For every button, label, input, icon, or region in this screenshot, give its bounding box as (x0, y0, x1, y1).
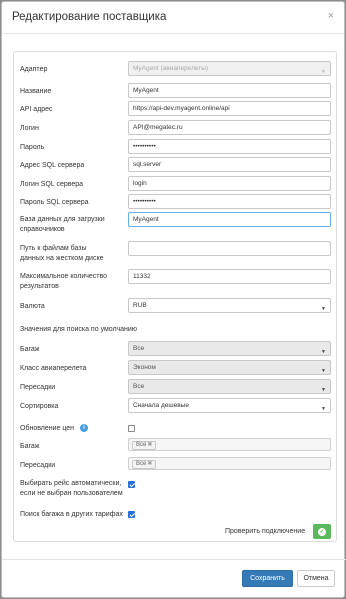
chevron-down-icon: ▼ (321, 387, 326, 393)
adapter-value: MyAgent (авиаперелеты) (133, 65, 209, 72)
price-transfers-label: Пересадки (20, 462, 56, 469)
login-input[interactable]: API@megatec.ru (128, 120, 331, 135)
auto-select-label-line2: если не выбран пользователем (20, 490, 123, 497)
sql-server-label: Адрес SQL сервера (20, 162, 85, 169)
adapter-label: Адаптер (20, 66, 48, 73)
price-transfers-tagbox: Все✖ (128, 457, 331, 470)
api-address-label: API адрес (20, 106, 53, 113)
api-address-input[interactable]: https://api-dev.myagent.online/api (128, 101, 331, 116)
password-label: Пароль (20, 144, 45, 151)
default-baggage-label: Багаж (20, 346, 40, 353)
flight-class-value: Эконом (133, 364, 156, 371)
check-connection-label: Проверить подключение (225, 528, 306, 535)
tag-label: Все (136, 442, 147, 448)
info-icon[interactable]: i (80, 424, 88, 432)
adapter-select: MyAgent (авиаперелеты) ▼ (128, 61, 331, 76)
modal-title: Редактирование поставщика (12, 11, 167, 23)
chevron-down-icon: ▼ (321, 306, 326, 312)
sql-server-input[interactable]: sql.server (128, 157, 331, 172)
files-path-label-line2: данных на жестком диске (20, 255, 104, 262)
files-path-label-line1: Путь к файлам базы (20, 245, 87, 252)
tag: Все✖ (132, 441, 157, 450)
remove-icon: ✖ (147, 442, 153, 448)
price-update-label: Обновление цен (20, 425, 75, 432)
tag-label: Все (136, 461, 147, 467)
price-update-checkbox[interactable] (128, 425, 135, 432)
login-label: Логин (20, 125, 39, 132)
ref-db-label-line1: База данных для загрузки (20, 216, 105, 223)
baggage-search-label: Поиск багажа в других тарифах (20, 511, 123, 518)
sql-password-label: Пароль SQL сервера (20, 199, 89, 206)
remove-icon: ✖ (147, 461, 153, 467)
modal-footer: Сохранить Отмена (2, 559, 346, 599)
edit-supplier-modal: Редактирование поставщика × Адаптер MyAg… (1, 1, 346, 599)
default-baggage-value: Все (133, 345, 145, 352)
max-results-label-line1: Максимальное количество (20, 273, 108, 280)
save-button[interactable]: Сохранить (242, 570, 293, 587)
auto-select-label-line1: Выбирать рейс автоматически, (20, 480, 122, 487)
currency-label: Валюта (20, 303, 45, 310)
sort-label: Сортировка (20, 403, 59, 410)
check-connection-button[interactable]: ✓ (313, 524, 331, 539)
password-input[interactable]: •••••••••• (128, 139, 331, 154)
sql-login-input[interactable]: login (128, 176, 331, 191)
price-baggage-tagbox: Все✖ (128, 438, 331, 451)
search-defaults-title: Значения для поиска по умолчанию (20, 326, 138, 333)
flight-class-label: Класс авиаперелета (20, 365, 87, 372)
sql-login-label: Логин SQL сервера (20, 181, 84, 188)
ref-db-label-line2: справочников (20, 226, 65, 233)
chevron-down-icon: ▼ (321, 368, 326, 374)
baggage-search-checkbox[interactable] (128, 511, 135, 518)
supplier-form-panel: Адаптер MyAgent (авиаперелеты) ▼ Названи… (13, 51, 337, 542)
sort-select[interactable]: Сначала дешевые ▼ (128, 398, 331, 413)
currency-value: RUB (133, 302, 147, 309)
price-baggage-label: Багаж (20, 443, 40, 450)
chevron-down-icon: ▼ (321, 69, 326, 75)
flight-class-select[interactable]: Эконом ▼ (128, 360, 331, 375)
auto-select-checkbox[interactable] (128, 481, 135, 488)
tag: Все✖ (132, 460, 157, 469)
cancel-button[interactable]: Отмена (297, 570, 335, 587)
files-path-input[interactable] (128, 241, 331, 256)
max-results-input[interactable]: 11332 (128, 269, 331, 284)
name-input[interactable]: MyAgent (128, 83, 331, 98)
ref-db-input[interactable]: MyAgent (128, 212, 331, 227)
modal-header: Редактирование поставщика × (2, 2, 344, 34)
ref-db-label: База данных для загрузки справочников (20, 215, 105, 235)
sort-value: Сначала дешевые (133, 402, 189, 409)
close-icon[interactable]: × (328, 10, 334, 22)
default-transfers-value: Все (133, 383, 145, 390)
default-transfers-select[interactable]: Все ▼ (128, 379, 331, 394)
check-circle-icon: ✓ (318, 527, 326, 536)
chevron-down-icon: ▼ (321, 406, 326, 412)
name-label: Название (20, 88, 52, 95)
default-transfers-label: Пересадки (20, 384, 56, 391)
chevron-down-icon: ▼ (321, 349, 326, 355)
currency-select[interactable]: RUB ▼ (128, 298, 331, 313)
max-results-label: Максимальное количество результатов (20, 272, 107, 292)
files-path-label: Путь к файлам базы данных на жестком дис… (20, 244, 104, 264)
sql-password-input[interactable]: •••••••••• (128, 194, 331, 209)
auto-select-label: Выбирать рейс автоматически, если не выб… (20, 479, 123, 499)
max-results-label-line2: результатов (20, 283, 59, 290)
default-baggage-select[interactable]: Все ▼ (128, 341, 331, 356)
